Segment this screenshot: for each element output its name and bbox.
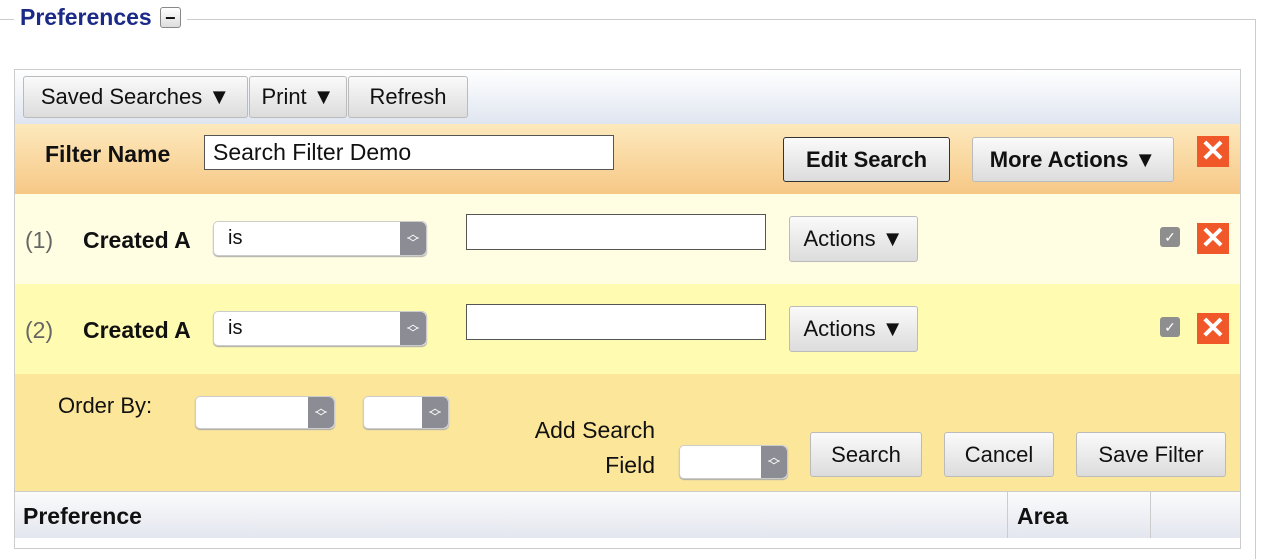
condition-actions-button[interactable]: Actions ▼ [789, 216, 918, 262]
condition-index: (2) [25, 317, 54, 343]
order-field-select[interactable]: ︿ ﹀ [195, 396, 335, 429]
select-arrows-icon: ︿ ﹀ [308, 397, 334, 428]
condition-enabled-checkbox[interactable]: ✓ [1160, 227, 1180, 247]
search-button[interactable]: Search [810, 432, 922, 477]
preferences-legend: Preferences − [14, 4, 187, 31]
column-area[interactable]: Area [1017, 503, 1068, 530]
condition-field: Created A [83, 227, 191, 253]
condition-actions-button[interactable]: Actions ▼ [789, 306, 918, 352]
saved-searches-button[interactable]: Saved Searches ▼ [23, 76, 248, 118]
remove-condition-icon[interactable]: ✕ [1197, 313, 1229, 344]
add-search-label-line: Field [605, 452, 655, 478]
filter-name-label: Filter Name [45, 141, 171, 167]
column-divider [1007, 491, 1008, 538]
add-search-label-line: Add Search [534, 417, 655, 443]
save-filter-button[interactable]: Save Filter [1076, 432, 1226, 477]
column-divider [1150, 491, 1151, 538]
select-arrows-icon: ︿ ﹀ [422, 397, 448, 428]
condition-enabled-checkbox[interactable]: ✓ [1160, 317, 1180, 337]
order-by-label: Order By: [58, 393, 153, 418]
refresh-button[interactable]: Refresh [348, 76, 468, 118]
order-direction-select[interactable]: ︿ ﹀ [363, 396, 449, 429]
select-arrows-icon: ︿ ﹀ [761, 446, 787, 478]
condition-value-input[interactable] [466, 304, 766, 340]
select-arrows-icon: ︿ ﹀ [400, 222, 426, 255]
select-arrows-icon: ︿ ﹀ [400, 312, 426, 345]
operator-select[interactable]: is ︿ ﹀ [213, 221, 427, 256]
condition-field: Created A [83, 317, 191, 343]
operator-value: is [228, 317, 243, 339]
remove-condition-icon[interactable]: ✕ [1197, 223, 1229, 254]
close-filter-icon[interactable]: ✕ [1197, 136, 1229, 167]
edit-search-button[interactable]: Edit Search [783, 137, 950, 182]
condition-index: (1) [25, 227, 54, 253]
add-search-field-select[interactable]: ︿ ﹀ [679, 445, 788, 479]
operator-value: is [228, 227, 243, 249]
condition-value-input[interactable] [466, 214, 766, 250]
column-preference[interactable]: Preference [23, 503, 142, 530]
operator-select[interactable]: is ︿ ﹀ [213, 311, 427, 346]
section-title: Preferences [20, 4, 152, 30]
filter-name-input[interactable]: Search Filter Demo [204, 135, 614, 170]
cancel-button[interactable]: Cancel [944, 432, 1054, 477]
add-search-field-label: Add Search Field [480, 413, 655, 483]
more-actions-button[interactable]: More Actions ▼ [972, 137, 1174, 182]
collapse-icon[interactable]: − [159, 7, 181, 28]
print-button[interactable]: Print ▼ [249, 76, 347, 118]
